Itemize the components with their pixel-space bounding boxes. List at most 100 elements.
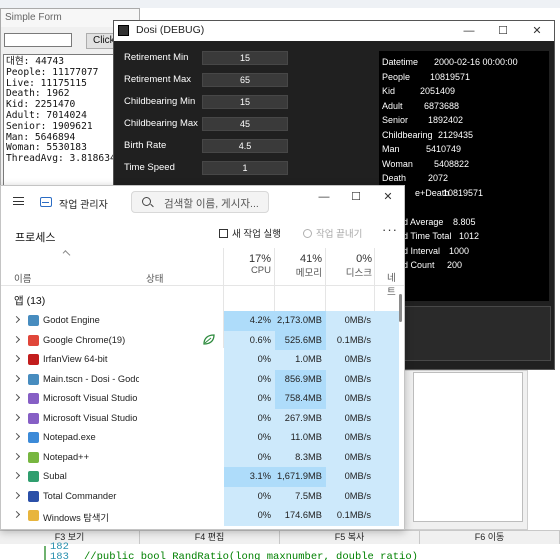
birth-rate-field[interactable]: 4.5 — [202, 139, 288, 153]
task-manager-titlebar[interactable]: 작업 관리자 검색할 이름, 게시자... — ☐ ✕ — [1, 186, 404, 216]
code-line[interactable]: //public bool RandRatio(long maxnumber, … — [84, 551, 418, 560]
column-cpu[interactable]: 17% CPU — [224, 253, 271, 276]
childbearing-min-field[interactable]: 15 — [202, 95, 288, 109]
stat-value: 200 — [447, 260, 463, 270]
notepadpp-icon — [28, 451, 39, 463]
stat-label: d Interval — [403, 245, 441, 256]
f4-edit-button[interactable]: F4 편집 — [140, 531, 280, 544]
process-memory: 525.6MB — [275, 330, 326, 350]
chevron-right-icon[interactable] — [12, 315, 21, 324]
process-row[interactable]: Microsoft Visual Studio 0% 267.9MB 0MB/s — [1, 408, 401, 428]
editor-top-strip — [0, 0, 560, 8]
process-disk: 0MB/s — [326, 369, 375, 389]
process-memory: 856.9MB — [275, 369, 326, 389]
retirement-max-field[interactable]: 65 — [202, 73, 288, 87]
stat-thread-time-total: d Time Total 1012 — [403, 231, 479, 241]
process-network — [375, 389, 399, 409]
apps-group-header[interactable]: 앱 (13) — [14, 293, 45, 308]
task-manager-window: 작업 관리자 검색할 이름, 게시자... — ☐ ✕ 프로세스 새 작업 실행… — [0, 185, 405, 530]
minimize-button[interactable]: — — [452, 21, 486, 41]
dosi-title: Dosi (DEBUG) — [136, 24, 205, 36]
childbearing-max-label: Childbearing Max — [124, 118, 198, 129]
childbearing-max-field[interactable]: 45 — [202, 117, 288, 131]
process-row[interactable]: Godot Engine 4.2% 2,173.0MB 0MB/s — [1, 311, 401, 331]
stat-value: 8.805 — [453, 216, 476, 227]
time-speed-label: Time Speed — [124, 162, 175, 173]
maximize-button[interactable]: ☐ — [340, 186, 372, 206]
process-network — [375, 447, 399, 467]
search-input[interactable]: 검색할 이름, 게시자... — [131, 191, 269, 213]
close-button[interactable]: ✕ — [520, 21, 554, 41]
process-cpu: 0% — [224, 486, 275, 506]
retirement-min-field[interactable]: 15 — [202, 51, 288, 65]
process-row[interactable]: Notepad++ 0% 8.3MB 0MB/s — [1, 447, 401, 467]
birth-rate-label: Birth Rate — [124, 140, 167, 151]
run-new-task-label: 새 작업 실행 — [232, 229, 281, 240]
process-row[interactable]: IrfanView 64-bit 0% 1.0MB 0MB/s — [1, 350, 401, 370]
column-status[interactable]: 상태 — [146, 271, 163, 285]
f5-copy-button[interactable]: F5 복사 — [280, 531, 420, 544]
time-speed-field[interactable]: 1 — [202, 161, 288, 175]
f3-view-button[interactable]: F3 보기 — [0, 531, 140, 544]
column-memory[interactable]: 41% 메모리 — [275, 253, 322, 279]
maximize-button[interactable]: ☐ — [486, 21, 520, 41]
simple-form-input[interactable] — [4, 33, 72, 47]
efficiency-mode-icon — [203, 333, 215, 345]
process-row[interactable]: Total Commander 0% 7.5MB 0MB/s — [1, 486, 401, 506]
stat-label: Datetime — [382, 57, 419, 67]
process-name: Main.tscn - Dosi - Godot Engine — [43, 373, 139, 384]
chevron-right-icon[interactable] — [12, 413, 21, 421]
chevron-right-icon[interactable] — [12, 354, 21, 363]
process-cpu: 0% — [224, 350, 275, 370]
process-row[interactable]: Windows 탐색기 0% 174.6MB 0.1MB/s — [1, 506, 401, 526]
godot-icon — [28, 373, 39, 385]
chevron-right-icon[interactable] — [12, 393, 21, 402]
stat-thread-count: d Count 200 — [403, 260, 462, 270]
more-options-button[interactable]: ··· — [382, 222, 398, 237]
process-memory: 11.0MB — [275, 428, 326, 448]
end-task-icon — [303, 229, 312, 238]
process-network — [375, 428, 399, 448]
chevron-right-icon[interactable] — [12, 452, 21, 460]
process-row[interactable]: Main.tscn - Dosi - Godot Engine 0%856.9MB… — [1, 369, 401, 389]
process-network — [375, 311, 399, 331]
run-new-task-button[interactable]: 새 작업 실행 — [219, 226, 281, 240]
close-button[interactable]: ✕ — [372, 186, 404, 206]
minimize-button[interactable]: — — [308, 186, 340, 206]
process-row[interactable]: Google Chrome(19) 0.6% 525.6MB 0.1MB/s — [1, 330, 401, 350]
hamburger-menu-icon[interactable] — [13, 197, 24, 205]
process-memory: 7.5MB — [275, 486, 326, 506]
process-column-headers: 이름 상태 17% CPU 41% 메모리 0% 디스크 네트 — [1, 248, 404, 348]
chevron-right-icon[interactable] — [12, 510, 21, 519]
stat-senior: Senior 1892402 — [382, 115, 463, 125]
dosi-window-controls: — ☐ ✕ — [452, 21, 554, 41]
chevron-right-icon[interactable] — [12, 432, 21, 441]
column-name[interactable]: 이름 — [14, 271, 31, 285]
chevron-right-icon[interactable] — [12, 471, 21, 480]
process-row[interactable]: Subal 3.1% 1,671.9MB 0MB/s — [1, 467, 401, 487]
childbearing-min-label: Childbearing Min — [124, 96, 196, 107]
stat-value: 2000-02-16 00:00:00 — [434, 57, 518, 67]
f6-move-button[interactable]: F6 이동 — [420, 531, 560, 544]
dosi-titlebar[interactable]: Dosi (DEBUG) — ☐ ✕ — [114, 21, 554, 41]
chevron-right-icon[interactable] — [12, 491, 21, 499]
process-row[interactable]: Notepad.exe 0% 11.0MB 0MB/s — [1, 428, 401, 448]
process-name: Microsoft Visual Studio — [43, 412, 138, 423]
column-disk[interactable]: 0% 디스크 — [326, 253, 372, 279]
chevron-right-icon[interactable] — [12, 374, 21, 382]
process-disk: 0MB/s — [326, 408, 375, 428]
retirement-max-label: Retirement Max — [124, 74, 192, 85]
process-name: Google Chrome(19) — [43, 334, 126, 345]
process-cpu: 0% — [224, 369, 275, 389]
stat-live-death: e+Death 10819571 — [415, 188, 483, 198]
total-commander-icon — [28, 490, 39, 502]
end-task-button[interactable]: 작업 끝내기 — [303, 226, 362, 240]
process-disk: 0MB/s — [326, 447, 375, 467]
chevron-right-icon[interactable] — [12, 335, 21, 343]
stat-value: 6873688 — [424, 100, 460, 111]
code-editor[interactable]: 182 183 //public bool RandRatio(long max… — [0, 541, 560, 560]
process-name: Microsoft Visual Studio — [43, 393, 138, 403]
process-row[interactable]: Microsoft Visual Studio 0% 758.4MB 0MB/s — [1, 389, 401, 409]
process-disk: 0MB/s — [326, 467, 375, 487]
stat-label: People — [382, 71, 411, 82]
